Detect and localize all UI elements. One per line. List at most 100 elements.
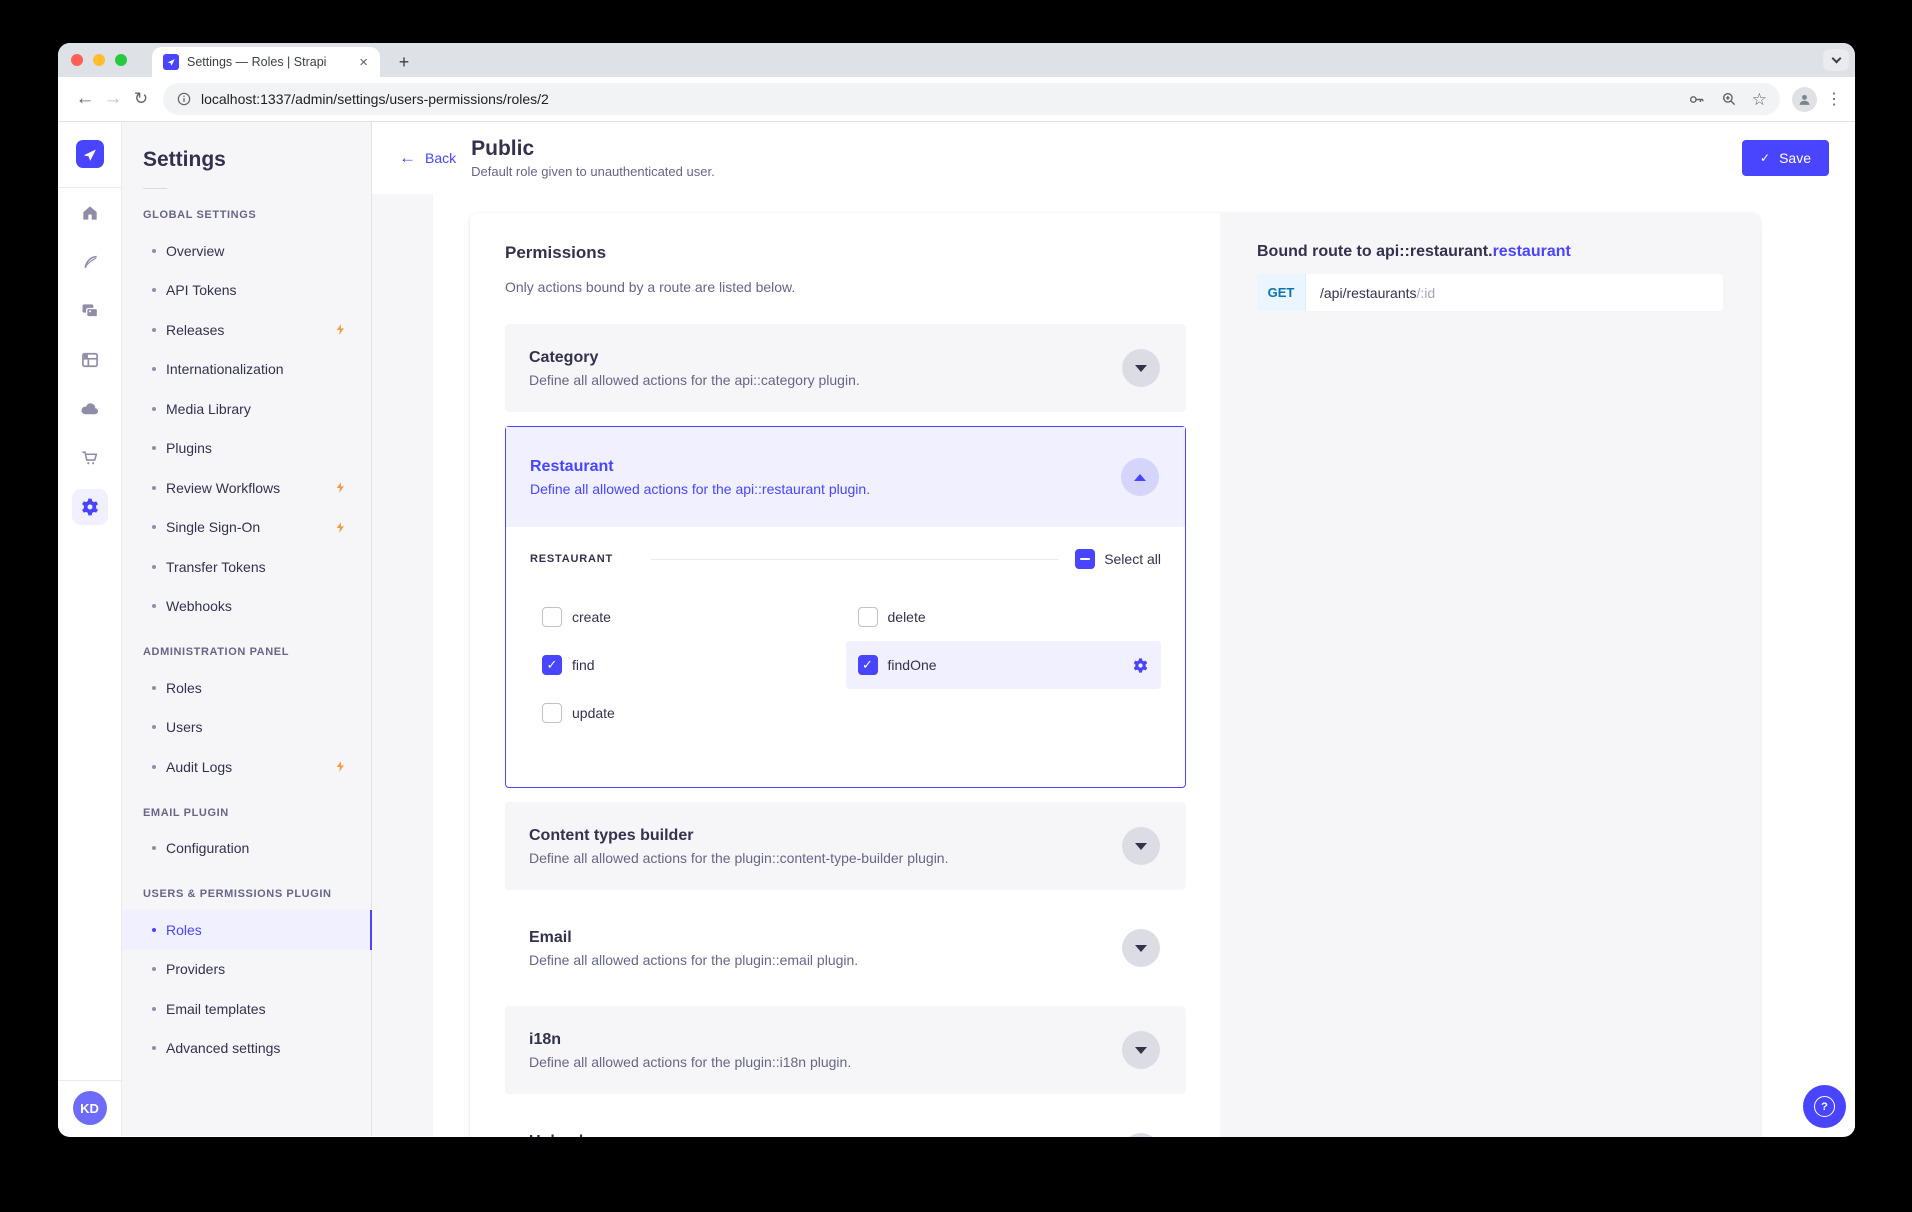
sidebar-item-users[interactable]: Users <box>122 708 371 748</box>
sidebar-item-overview[interactable]: Overview <box>122 231 371 271</box>
permission-create[interactable]: create <box>530 593 846 641</box>
rail-settings-item[interactable] <box>58 482 122 531</box>
url-bar[interactable]: localhost:1337/admin/settings/users-perm… <box>163 83 1780 115</box>
checkbox-update[interactable] <box>542 703 562 723</box>
zoom-icon[interactable] <box>1720 90 1738 108</box>
triangle-down-icon <box>1135 1047 1147 1054</box>
close-tab-icon[interactable]: × <box>355 54 372 71</box>
minimize-window-button[interactable] <box>93 54 105 66</box>
expand-chevron-button[interactable] <box>1122 1133 1160 1137</box>
permission-update[interactable]: update <box>530 689 846 737</box>
bookmark-star-icon[interactable]: ☆ <box>1752 91 1767 108</box>
sidebar-item-label: Media Library <box>166 401 251 417</box>
divider <box>651 559 1058 560</box>
checkbox-create[interactable] <box>542 607 562 627</box>
browser-forward-button[interactable]: → <box>99 88 127 110</box>
help-button[interactable]: ? <box>1803 1085 1846 1128</box>
tab-title: Settings — Roles | Strapi <box>187 55 355 69</box>
route-row: GET /api/restaurants/:id <box>1257 274 1723 311</box>
url-text: localhost:1337/admin/settings/users-perm… <box>201 91 549 107</box>
rail-marketplace-icon[interactable] <box>58 433 122 482</box>
sidebar-item-releases[interactable]: Releases <box>122 310 371 350</box>
sidebar-section-label: EMAIL PLUGIN <box>122 787 371 829</box>
accordion-description: Define all allowed actions for the plugi… <box>529 1054 851 1070</box>
expand-chevron-button[interactable] <box>1122 929 1160 967</box>
rail-content-manager-icon[interactable] <box>58 237 122 286</box>
collapse-chevron-button[interactable] <box>1121 458 1159 496</box>
sidebar-item-webhooks[interactable]: Webhooks <box>122 587 371 627</box>
password-key-icon[interactable] <box>1687 90 1706 109</box>
rail-home-icon[interactable] <box>58 188 122 237</box>
browser-toolbar: ← → ↻ localhost:1337/admin/settings/user… <box>58 77 1855 122</box>
accordion-list: CategoryDefine all allowed actions for t… <box>505 324 1186 1137</box>
bullet-icon <box>152 725 156 729</box>
accordion-header-category[interactable]: CategoryDefine all allowed actions for t… <box>505 324 1186 412</box>
accordion-header-content-types-builder[interactable]: Content types builderDefine all allowed … <box>505 802 1186 890</box>
browser-tabstrip: Settings — Roles | Strapi × + <box>58 43 1855 77</box>
sidebar-item-advanced-settings[interactable]: Advanced settings <box>122 1029 371 1069</box>
sidebar-item-label: Internationalization <box>166 361 284 377</box>
rail-media-library-icon[interactable] <box>58 286 122 335</box>
browser-menu-icon[interactable]: ⋮ <box>1826 89 1842 109</box>
accordion-header-upload[interactable]: Upload <box>505 1108 1186 1137</box>
accordion-header-i18n[interactable]: i18nDefine all allowed actions for the p… <box>505 1006 1186 1094</box>
save-button[interactable]: ✓ Save <box>1742 140 1829 176</box>
accordion-i18n: i18nDefine all allowed actions for the p… <box>505 1006 1186 1094</box>
sidebar-item-label: Advanced settings <box>166 1040 280 1056</box>
bullet-icon <box>152 288 156 292</box>
accordion-header-restaurant[interactable]: RestaurantDefine all allowed actions for… <box>506 427 1185 527</box>
rail-content-type-builder-icon[interactable] <box>58 335 122 384</box>
permission-label: delete <box>888 609 926 625</box>
expand-chevron-button[interactable] <box>1122 827 1160 865</box>
permission-delete[interactable]: delete <box>846 593 1162 641</box>
sidebar-item-label: Configuration <box>166 840 249 856</box>
checkbox-findone[interactable]: ✓ <box>858 655 878 675</box>
sidebar-item-email-templates[interactable]: Email templates <box>122 989 371 1029</box>
sidebar-item-review-workflows[interactable]: Review Workflows <box>122 468 371 508</box>
route-panel: Bound route to api::restaurant.restauran… <box>1220 213 1760 1137</box>
sidebar-item-audit-logs[interactable]: Audit Logs <box>122 747 371 787</box>
new-tab-button[interactable]: + <box>392 51 416 75</box>
checkbox-delete[interactable] <box>858 607 878 627</box>
select-all-checkbox[interactable] <box>1075 549 1095 569</box>
settings-cog-icon[interactable] <box>1132 657 1149 674</box>
sidebar-item-configuration[interactable]: Configuration <box>122 829 371 869</box>
sidebar-item-roles[interactable]: Roles <box>122 910 371 950</box>
browser-tab[interactable]: Settings — Roles | Strapi × <box>152 47 380 77</box>
checkbox-find[interactable]: ✓ <box>542 655 562 675</box>
sidebar-item-media-library[interactable]: Media Library <box>122 389 371 429</box>
strapi-logo-icon[interactable] <box>76 140 104 168</box>
back-arrow-icon: ← <box>399 148 416 168</box>
browser-back-button[interactable]: ← <box>71 88 99 110</box>
lightning-icon <box>334 760 347 773</box>
tab-search-button[interactable] <box>1823 49 1849 71</box>
back-link[interactable]: ← Back <box>399 148 456 168</box>
sidebar-item-api-tokens[interactable]: API Tokens <box>122 271 371 311</box>
accordion-header-email[interactable]: EmailDefine all allowed actions for the … <box>505 904 1186 992</box>
sidebar-item-providers[interactable]: Providers <box>122 950 371 990</box>
sidebar-item-plugins[interactable]: Plugins <box>122 429 371 469</box>
browser-reload-button[interactable]: ↻ <box>127 89 155 109</box>
close-window-button[interactable] <box>71 54 83 66</box>
sidebar-item-label: API Tokens <box>166 282 237 298</box>
expand-chevron-button[interactable] <box>1122 1031 1160 1069</box>
bullet-icon <box>152 565 156 569</box>
browser-profile-avatar[interactable] <box>1792 87 1817 112</box>
expand-chevron-button[interactable] <box>1122 349 1160 387</box>
permission-find[interactable]: ✓find <box>530 641 846 689</box>
sidebar-item-single-sign-on[interactable]: Single Sign-On <box>122 508 371 548</box>
user-avatar[interactable]: KD <box>73 1091 107 1125</box>
sidebar-item-roles[interactable]: Roles <box>122 668 371 708</box>
sidebar-item-transfer-tokens[interactable]: Transfer Tokens <box>122 547 371 587</box>
role-card: Permissions Only actions bound by a rout… <box>470 213 1760 1137</box>
triangle-down-icon <box>1135 843 1147 850</box>
bullet-icon <box>152 604 156 608</box>
route-panel-title: Bound route to api::restaurant.restauran… <box>1257 243 1723 261</box>
permission-findone[interactable]: ✓findOne <box>846 641 1162 689</box>
subject-label: RESTAURANT <box>530 553 613 565</box>
site-info-icon[interactable] <box>176 91 192 107</box>
rail-cloud-icon[interactable] <box>58 384 122 433</box>
sidebar-item-label: Audit Logs <box>166 759 232 775</box>
sidebar-item-internationalization[interactable]: Internationalization <box>122 350 371 390</box>
maximize-window-button[interactable] <box>115 54 127 66</box>
